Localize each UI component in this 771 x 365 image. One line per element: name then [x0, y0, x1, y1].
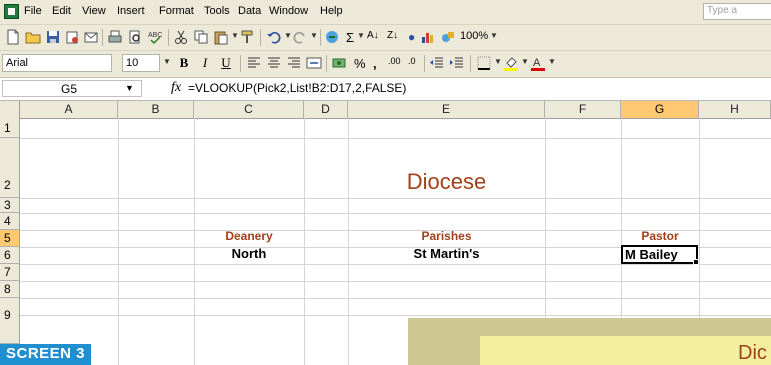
row-header-9[interactable]: 9	[0, 298, 20, 344]
decrease-decimal-icon[interactable]: .0	[408, 56, 416, 66]
svg-text:ABC: ABC	[148, 32, 162, 39]
autosum-icon[interactable]: Σ	[346, 30, 354, 45]
menu-window[interactable]: Window	[269, 5, 308, 17]
redo-icon[interactable]	[292, 29, 308, 45]
row-header-4[interactable]: 4	[0, 213, 20, 230]
header-deanery[interactable]: Deanery	[194, 229, 304, 243]
menu-format[interactable]: Format	[159, 5, 194, 17]
drawing-icon[interactable]	[440, 29, 456, 45]
header-parishes[interactable]: Parishes	[348, 229, 545, 243]
sort-ascending-icon[interactable]: A↓	[367, 30, 379, 41]
name-box-dropdown-icon[interactable]: ▼	[125, 83, 134, 93]
spelling-icon[interactable]: ABC	[147, 29, 163, 45]
sheet-title-diocese[interactable]: Diocese	[348, 169, 545, 195]
font-size-box[interactable]: 10	[122, 54, 160, 72]
select-all-corner[interactable]	[0, 101, 20, 118]
sort-descending-icon[interactable]: Z↓	[387, 30, 398, 41]
align-left-icon[interactable]	[246, 55, 262, 71]
new-document-icon[interactable]	[5, 29, 21, 45]
cell-deanery-value[interactable]: North	[194, 246, 304, 261]
zoom-box[interactable]: 100%	[460, 30, 488, 42]
formula-bar: G5 ▼ fx =VLOOKUP(Pick2,List!B2:D17,2,FAL…	[0, 78, 771, 101]
menu-edit[interactable]: Edit	[52, 5, 71, 17]
column-headers: A B C D E F G H	[0, 101, 771, 119]
menu-bar: File Edit View Insert Format Tools Data …	[0, 0, 771, 25]
row-header-8[interactable]: 8	[0, 281, 20, 298]
fill-handle[interactable]	[693, 259, 699, 265]
overlay-title-fragment: Dic	[738, 342, 767, 364]
italic-button[interactable]: I	[195, 54, 215, 72]
permission-icon[interactable]	[64, 29, 80, 45]
chart-wizard-icon[interactable]	[420, 29, 436, 45]
fill-color-icon[interactable]	[503, 55, 519, 71]
bold-button[interactable]: B	[174, 54, 194, 72]
row-header-7[interactable]: 7	[0, 264, 20, 281]
paste-icon[interactable]	[213, 29, 229, 45]
row-header-1[interactable]: 1	[0, 118, 20, 138]
menu-data[interactable]: Data	[238, 5, 261, 17]
copy-icon[interactable]	[193, 29, 209, 45]
column-header-a[interactable]: A	[20, 101, 118, 118]
ask-question-box[interactable]: Type a	[703, 3, 771, 20]
name-box[interactable]: G5	[2, 80, 142, 97]
row-header-6[interactable]: 6	[0, 247, 20, 264]
row-header-5[interactable]: 5	[0, 230, 20, 247]
column-header-e[interactable]: E	[348, 101, 545, 118]
print-preview-icon[interactable]	[127, 29, 143, 45]
currency-icon[interactable]	[331, 55, 347, 71]
header-pastor[interactable]: Pastor	[621, 229, 699, 243]
column-header-c[interactable]: C	[194, 101, 304, 118]
drawing-dot-icon[interactable]: ●	[408, 30, 415, 44]
save-icon[interactable]	[45, 29, 61, 45]
comma-style-button[interactable]: ,	[373, 56, 377, 71]
print-icon[interactable]	[107, 29, 123, 45]
cut-icon[interactable]	[173, 29, 189, 45]
screen-caption-label: SCREEN 3	[0, 344, 92, 365]
decrease-indent-icon[interactable]	[429, 55, 445, 71]
increase-decimal-icon[interactable]: .00	[388, 56, 401, 66]
column-header-d[interactable]: D	[304, 101, 348, 118]
cell-parishes-value[interactable]: St Martin's	[348, 246, 545, 261]
align-center-icon[interactable]	[266, 55, 282, 71]
row-header-2[interactable]: 2	[0, 138, 20, 198]
menu-insert[interactable]: Insert	[117, 5, 145, 17]
excel-app-icon[interactable]	[4, 4, 19, 19]
align-right-icon[interactable]	[286, 55, 302, 71]
hyperlink-icon[interactable]	[325, 29, 341, 45]
format-painter-icon[interactable]	[240, 29, 256, 45]
menu-tools[interactable]: Tools	[204, 5, 230, 17]
formula-input[interactable]: =VLOOKUP(Pick2,List!B2:D17,2,FALSE)	[188, 81, 406, 95]
merge-center-icon[interactable]	[306, 55, 322, 71]
underline-button[interactable]: U	[216, 54, 236, 72]
borders-icon[interactable]	[476, 55, 492, 71]
menu-help[interactable]: Help	[320, 5, 343, 17]
column-header-g[interactable]: G	[621, 101, 699, 118]
menu-file[interactable]: File	[24, 5, 42, 17]
selected-cell-pastor[interactable]: M Bailey	[621, 245, 698, 264]
row-header-3[interactable]: 3	[0, 198, 20, 213]
font-color-icon[interactable]: A	[530, 55, 546, 71]
column-header-h[interactable]: H	[699, 101, 771, 118]
svg-text:A: A	[533, 57, 541, 69]
percent-button[interactable]: %	[354, 56, 366, 71]
font-name-box[interactable]: Arial	[2, 54, 112, 72]
formatting-toolbar: Arial 10 ▼ B I U % , .00 .0 ▼ ▼ A ▼	[0, 51, 771, 78]
column-header-f[interactable]: F	[545, 101, 621, 118]
increase-indent-icon[interactable]	[449, 55, 465, 71]
email-icon[interactable]	[83, 29, 99, 45]
standard-toolbar: ABC ▼ ▼ ▼ Σ ▼ A↓ Z↓ ● 100% ▼	[0, 25, 771, 51]
overlay-screenshot-panel	[480, 336, 771, 365]
menu-view[interactable]: View	[82, 5, 106, 17]
column-header-b[interactable]: B	[118, 101, 194, 118]
undo-icon[interactable]	[266, 29, 282, 45]
insert-function-icon[interactable]: fx	[171, 80, 181, 96]
open-folder-icon[interactable]	[25, 29, 41, 45]
